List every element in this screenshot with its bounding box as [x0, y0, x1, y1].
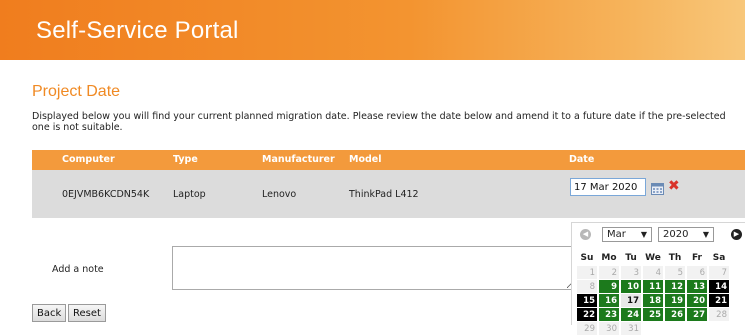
datepicker-popup: ◀ Mar ▼ 2020 ▼ ▶ Su Mo Tu We Th Fr Sa 12345678… [571, 222, 745, 335]
weekday-header: Mo [601, 253, 617, 263]
weekday-header: We [645, 253, 661, 263]
calendar-day[interactable]: 18 [643, 294, 663, 307]
calendar-day[interactable]: 24 [621, 308, 641, 321]
calendar-day: 8 [577, 280, 597, 293]
calendar-day: 28 [709, 308, 729, 321]
chevron-right-icon[interactable]: ▶ [731, 229, 742, 240]
reset-button[interactable]: Reset [68, 304, 106, 322]
calendar-icon[interactable] [651, 180, 664, 195]
note-label: Add a note [52, 264, 104, 275]
calendar-day: 22 [577, 308, 597, 321]
year-select-value: 2020 [663, 229, 689, 240]
weekday-header: Su [580, 253, 594, 263]
calendar-day[interactable]: 27 [687, 308, 707, 321]
cell-type: Laptop [173, 189, 206, 200]
calendar-day[interactable]: 23 [599, 308, 619, 321]
calendar-empty-cell [687, 322, 707, 335]
calendar-day[interactable]: 17 [621, 294, 641, 307]
calendar-day: 7 [709, 266, 729, 279]
calendar-day: 1 [577, 266, 597, 279]
calendar-day[interactable]: 13 [687, 280, 707, 293]
calendar-day: 4 [643, 266, 663, 279]
year-select[interactable]: 2020 ▼ [658, 227, 714, 242]
calendar-day[interactable]: 19 [665, 294, 685, 307]
calendar-day: 31 [621, 322, 641, 335]
chevron-down-icon: ▼ [640, 230, 647, 239]
weekday-header: Fr [691, 253, 702, 263]
column-date: Date [569, 154, 595, 165]
column-computer: Computer [62, 154, 115, 165]
back-button[interactable]: Back [32, 304, 67, 322]
calendar-day[interactable]: 9 [599, 280, 619, 293]
note-textarea[interactable] [172, 246, 576, 290]
calendar-day[interactable]: 16 [599, 294, 619, 307]
calendar-day: 15 [577, 294, 597, 307]
cell-model: ThinkPad L412 [349, 189, 419, 200]
cell-computer: 0EJVMB6KCDN54K [62, 189, 150, 200]
calendar-empty-cell [643, 322, 663, 335]
column-type: Type [173, 154, 198, 165]
table-header: Computer Type Manufacturer Model Date [32, 150, 745, 170]
calendar-day: 29 [577, 322, 597, 335]
chevron-down-icon: ▼ [702, 230, 709, 239]
month-select[interactable]: Mar ▼ [602, 227, 652, 242]
portal-title: Self-Service Portal [36, 17, 239, 44]
portal-header: Self-Service Portal [0, 0, 745, 60]
clear-date-icon[interactable]: ✖ [668, 179, 680, 193]
calendar-day[interactable]: 12 [665, 280, 685, 293]
column-model: Model [349, 154, 382, 165]
weekday-header: Th [668, 253, 682, 263]
calendar-day: 3 [621, 266, 641, 279]
calendar-empty-cell [665, 322, 685, 335]
page-title: Project Date [32, 83, 121, 100]
calendar-day: 30 [599, 322, 619, 335]
intro-text: Displayed below you will find your curre… [32, 111, 726, 133]
chevron-left-icon[interactable]: ◀ [580, 229, 591, 240]
calendar-day[interactable]: 11 [643, 280, 663, 293]
calendar-day: 14 [709, 280, 729, 293]
calendar-day: 21 [709, 294, 729, 307]
calendar-day[interactable]: 26 [665, 308, 685, 321]
weekday-header: Tu [625, 253, 637, 263]
calendar-empty-cell [709, 322, 729, 335]
calendar-day[interactable]: 25 [643, 308, 663, 321]
calendar-day: 5 [665, 266, 685, 279]
month-select-value: Mar [607, 229, 626, 240]
calendar-day[interactable]: 20 [687, 294, 707, 307]
calendar-grid: Su Mo Tu We Th Fr Sa 1 2 3 4 5 6 7 8 9 10 11 12 13 14 15 16 17… [575, 250, 731, 336]
calendar-day[interactable]: 10 [621, 280, 641, 293]
calendar-day: 6 [687, 266, 707, 279]
date-input[interactable] [570, 178, 646, 196]
column-manufacturer: Manufacturer [262, 154, 335, 165]
cell-manufacturer: Lenovo [262, 189, 297, 200]
calendar-day: 2 [599, 266, 619, 279]
weekday-header: Sa [712, 253, 726, 263]
